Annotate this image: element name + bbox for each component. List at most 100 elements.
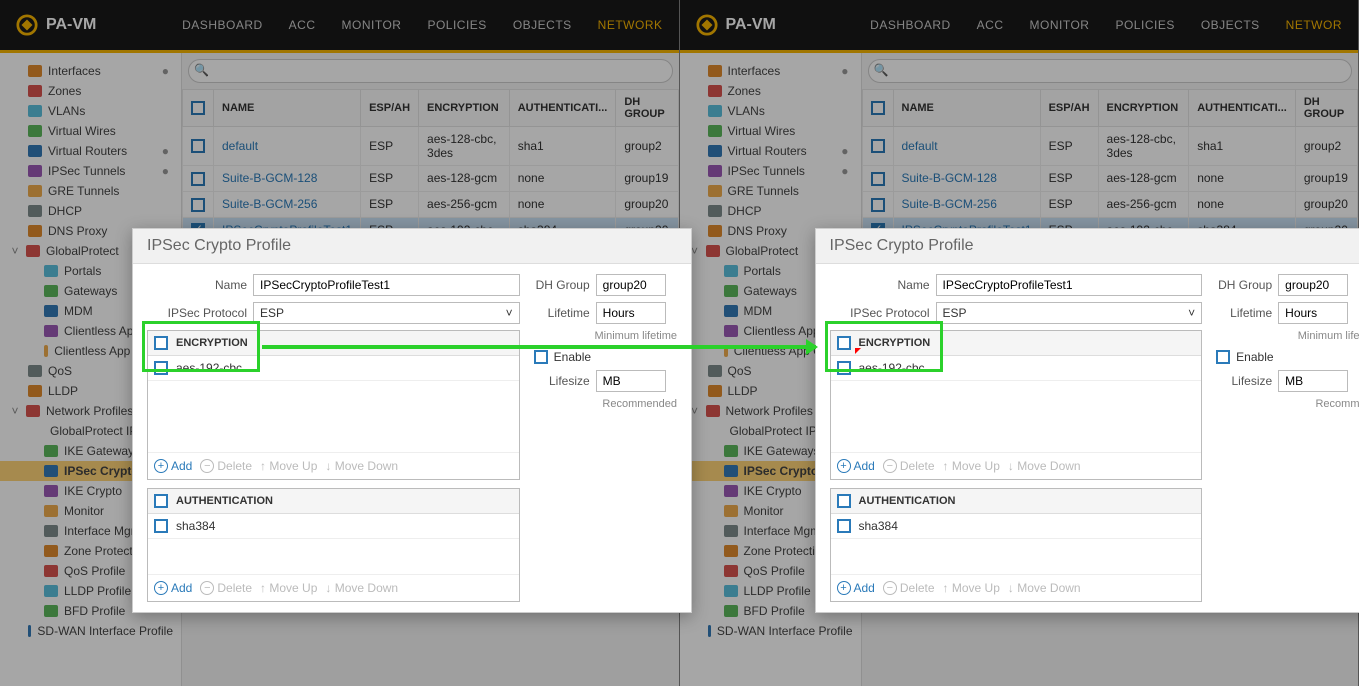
move-down-button[interactable]: ↓ Move Down [325,581,398,595]
nav-tab-objects[interactable]: OBJECTS [513,18,572,32]
nav-tab-policies[interactable]: POLICIES [427,18,486,32]
dh-input[interactable] [596,274,666,296]
move-up-button[interactable]: ↑ Move Up [260,581,317,595]
enc-row[interactable]: aes-192-cbc [831,356,1202,381]
name-input[interactable] [253,274,520,296]
sidebar-item-virtual-routers[interactable]: Virtual Routers ● [0,141,181,161]
sidebar-item-interfaces[interactable]: Interfaces ● [0,61,181,81]
table-row[interactable]: Suite-B-GCM-128 ESP aes-128-gcm none gro… [862,166,1358,192]
profile-name-link[interactable]: default [222,139,258,153]
sidebar-item-sd-wan-interface-profile[interactable]: SD-WAN Interface Profile [680,621,861,641]
nav-tab-acc[interactable]: ACC [289,18,316,32]
search-input[interactable] [868,59,1353,83]
add-button[interactable]: +Add [154,581,192,595]
row-checkbox[interactable] [871,139,885,153]
profile-name-link[interactable]: Suite-B-GCM-256 [222,197,317,211]
row-checkbox[interactable] [191,172,205,186]
col-authenticati[interactable]: AUTHENTICATI... [1189,90,1296,127]
nav-tab-acc[interactable]: ACC [977,18,1004,32]
nav-tab-dashboard[interactable]: DASHBOARD [870,18,951,32]
nav-tab-dashboard[interactable]: DASHBOARD [182,18,263,32]
delete-button[interactable]: −Delete [200,459,252,473]
sidebar-item-dhcp[interactable]: DHCP [0,201,181,221]
proto-select[interactable]: ESP˅ [253,302,520,324]
nav-tab-objects[interactable]: OBJECTS [1201,18,1260,32]
enable-checkbox[interactable] [1216,350,1230,364]
select-all-checkbox[interactable] [191,101,205,115]
auth-row-checkbox[interactable] [154,519,168,533]
move-up-button[interactable]: ↑ Move Up [943,581,1000,595]
select-all-checkbox[interactable] [871,101,885,115]
enc-row[interactable]: aes-192-cbc [148,356,519,381]
nav-tab-network[interactable]: NETWORK [598,18,663,32]
move-down-button[interactable]: ↓ Move Down [1008,459,1081,473]
profile-name-link[interactable]: Suite-B-GCM-128 [902,171,997,185]
sidebar-item-virtual-wires[interactable]: Virtual Wires [0,121,181,141]
life-input[interactable] [596,302,666,324]
chevron-down-icon[interactable]: ˅ [10,404,20,418]
lifesize-input[interactable] [596,370,666,392]
sidebar-item-virtual-wires[interactable]: Virtual Wires [680,121,861,141]
delete-button[interactable]: −Delete [883,459,935,473]
move-down-button[interactable]: ↓ Move Down [1008,581,1081,595]
auth-select-all[interactable] [837,494,851,508]
table-row[interactable]: Suite-B-GCM-256 ESP aes-256-gcm none gro… [183,191,679,217]
enc-row-checkbox[interactable] [154,361,168,375]
enable-checkbox[interactable] [534,350,548,364]
search-input[interactable] [188,59,673,83]
sidebar-item-zones[interactable]: Zones [0,81,181,101]
table-row[interactable]: default ESP aes-128-cbc, 3des sha1 group… [862,127,1358,166]
col-espah[interactable]: ESP/AH [361,90,419,127]
name-input[interactable] [936,274,1203,296]
sidebar-item-ipsec-tunnels[interactable]: IPSec Tunnels ● [680,161,861,181]
sidebar-item-interfaces[interactable]: Interfaces ● [680,61,861,81]
dh-input[interactable] [1278,274,1348,296]
table-row[interactable]: default ESP aes-128-cbc, 3des sha1 group… [183,127,679,166]
sidebar-item-virtual-routers[interactable]: Virtual Routers ● [680,141,861,161]
sidebar-item-vlans[interactable]: VLANs [680,101,861,121]
delete-button[interactable]: −Delete [883,581,935,595]
sidebar-item-sd-wan-interface-profile[interactable]: SD-WAN Interface Profile [0,621,181,641]
col-encryption[interactable]: ENCRYPTION [1098,90,1189,127]
sidebar-item-gre-tunnels[interactable]: GRE Tunnels [680,181,861,201]
col-authenticati[interactable]: AUTHENTICATI... [509,90,616,127]
enc-select-all[interactable] [154,336,168,350]
row-checkbox[interactable] [871,172,885,186]
nav-tab-policies[interactable]: POLICIES [1115,18,1174,32]
enc-row-checkbox[interactable] [837,361,851,375]
sidebar-item-zones[interactable]: Zones [680,81,861,101]
nav-tab-monitor[interactable]: MONITOR [342,18,402,32]
auth-row-checkbox[interactable] [837,519,851,533]
row-checkbox[interactable] [871,198,885,212]
auth-row[interactable]: sha384 [148,514,519,539]
col-encryption[interactable]: ENCRYPTION [419,90,510,127]
delete-button[interactable]: −Delete [200,581,252,595]
nav-tab-monitor[interactable]: MONITOR [1030,18,1090,32]
add-button[interactable]: +Add [837,581,875,595]
profile-name-link[interactable]: Suite-B-GCM-128 [222,171,317,185]
life-input[interactable] [1278,302,1348,324]
auth-row[interactable]: sha384 [831,514,1202,539]
sidebar-item-vlans[interactable]: VLANs [0,101,181,121]
lifesize-input[interactable] [1278,370,1348,392]
enc-select-all[interactable] [837,336,851,350]
col-name[interactable]: NAME [893,90,1040,127]
col-dhgroup[interactable]: DH GROUP [616,90,678,127]
add-button[interactable]: +Add [837,459,875,473]
move-up-button[interactable]: ↑ Move Up [260,459,317,473]
row-checkbox[interactable] [191,198,205,212]
col-name[interactable]: NAME [214,90,361,127]
chevron-down-icon[interactable]: ˅ [10,244,20,258]
sidebar-item-ipsec-tunnels[interactable]: IPSec Tunnels ● [0,161,181,181]
profile-name-link[interactable]: Suite-B-GCM-256 [902,197,997,211]
add-button[interactable]: +Add [154,459,192,473]
profile-name-link[interactable]: default [902,139,938,153]
move-down-button[interactable]: ↓ Move Down [325,459,398,473]
col-espah[interactable]: ESP/AH [1040,90,1098,127]
nav-tab-network[interactable]: NETWOR [1286,18,1342,32]
sidebar-item-gre-tunnels[interactable]: GRE Tunnels [0,181,181,201]
move-up-button[interactable]: ↑ Move Up [943,459,1000,473]
proto-select[interactable]: ESP˅ [936,302,1203,324]
auth-select-all[interactable] [154,494,168,508]
table-row[interactable]: Suite-B-GCM-128 ESP aes-128-gcm none gro… [183,166,679,192]
